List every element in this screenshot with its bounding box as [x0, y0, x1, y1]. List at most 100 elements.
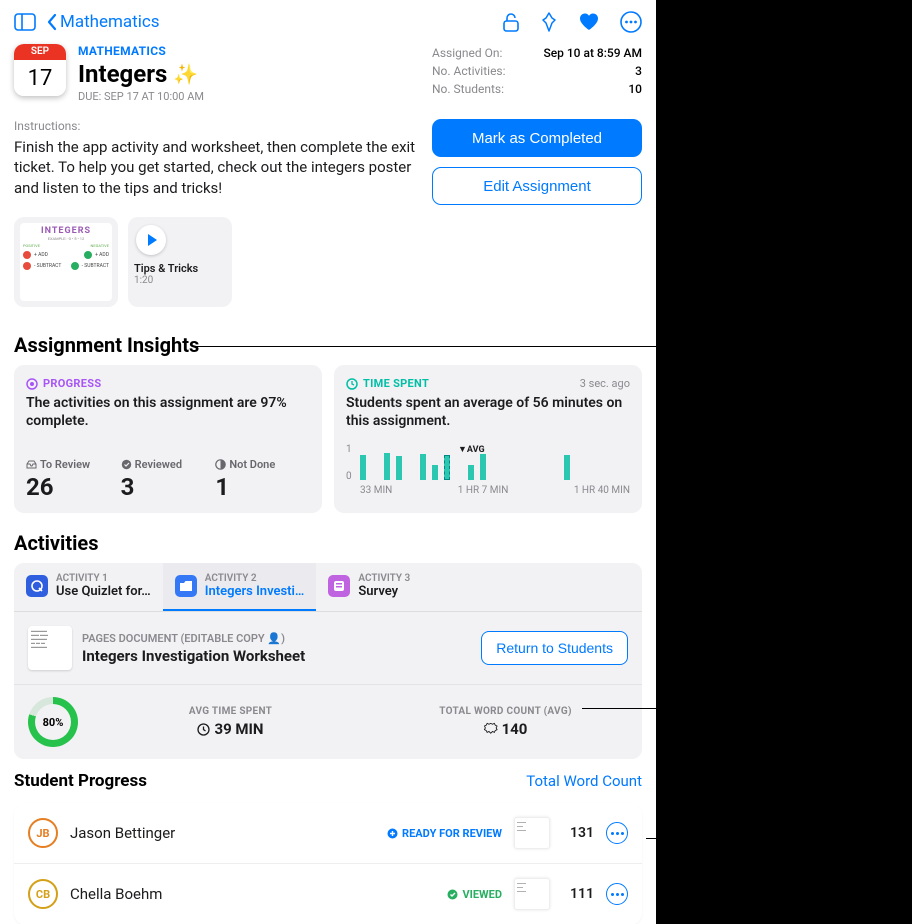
- document-type: PAGES DOCUMENT (EDITABLE COPY 👤): [82, 632, 305, 645]
- document-thumbnail: ▬▬▬▬▬▬ ▬▬▬▬▬▬▬ ▬ ▬▬▬▬▬: [28, 626, 72, 670]
- calendar-icon: SEP 17: [14, 44, 66, 96]
- subject-label: MATHEMATICS: [78, 44, 204, 58]
- sidebar-toggle-icon[interactable]: [14, 13, 36, 31]
- document-name: Integers Investigation Worksheet: [82, 647, 305, 665]
- badge-icon: [484, 722, 498, 736]
- inbox-icon: [26, 460, 37, 469]
- progress-card[interactable]: PROGRESS The activities on this assignme…: [14, 365, 322, 513]
- lock-open-icon[interactable]: [502, 12, 520, 32]
- word-count: 131: [562, 825, 594, 841]
- attachment-audio[interactable]: Tips & Tricks 1:20: [128, 217, 232, 307]
- check-circle-icon: [121, 459, 132, 470]
- reviewed-value: 3: [121, 473, 216, 501]
- callout-line: [582, 708, 670, 709]
- due-date: DUE: SEP 17 AT 10:00 AM: [78, 90, 204, 103]
- x-label-min: 33 MIN: [360, 485, 392, 496]
- x-label-max: 1 HR 40 MIN: [574, 485, 630, 496]
- avg-time-label: AVG TIME SPENT: [108, 706, 353, 717]
- time-spent-label: TIME SPENT: [363, 377, 429, 390]
- submission-thumbnail: ▬▬▬▬▬▬▬▬: [514, 878, 550, 910]
- assignment-title: Integers: [78, 60, 167, 88]
- quizlet-icon: [26, 575, 48, 597]
- progress-label: PROGRESS: [43, 377, 101, 390]
- assigned-on-label: Assigned On:: [432, 46, 502, 60]
- audio-title: Tips & Tricks: [134, 263, 226, 275]
- callout-line: [646, 838, 670, 839]
- activities-count-label: No. Activities:: [432, 64, 506, 78]
- folder-icon: [175, 575, 197, 597]
- tab1-sub: ACTIVITY 1: [56, 573, 151, 584]
- edit-assignment-button[interactable]: Edit Assignment: [432, 167, 642, 205]
- attachment-poster[interactable]: INTEGERS EXAMPLE: -3 • 5 • 12 POSITIVENE…: [14, 217, 118, 307]
- tab3-title: Survey: [358, 584, 410, 599]
- status-check-icon: [447, 889, 458, 900]
- calendar-month: SEP: [14, 44, 66, 60]
- tab-activity-3[interactable]: ACTIVITY 3 Survey: [316, 563, 422, 611]
- callout-line: [196, 346, 671, 347]
- x-label-mid: 1 HR 7 MIN: [458, 485, 509, 496]
- audio-duration: 1:20: [134, 275, 226, 286]
- to-review-label: To Review: [40, 458, 90, 471]
- mark-completed-button[interactable]: Mark as Completed: [432, 119, 642, 157]
- tab2-sub: ACTIVITY 2: [205, 573, 305, 584]
- progress-summary: The activities on this assignment are 97…: [26, 394, 310, 430]
- tab-activity-1[interactable]: ACTIVITY 1 Use Quizlet for…: [14, 563, 163, 611]
- word-count-value: 140: [502, 720, 528, 738]
- status-dot-icon: [387, 828, 398, 839]
- student-name: Chella Boehm: [70, 885, 435, 903]
- tab3-sub: ACTIVITY 3: [358, 573, 410, 584]
- instructions-label: Instructions:: [14, 119, 418, 133]
- completion-percent: 80%: [43, 716, 64, 729]
- avatar: CB: [28, 879, 58, 909]
- activities-count-value: 3: [635, 64, 642, 78]
- notdone-value: 1: [215, 473, 310, 501]
- instructions-text: Finish the app activity and worksheet, t…: [14, 137, 418, 198]
- status-badge: VIEWED: [447, 888, 502, 901]
- poster-thumbnail: INTEGERS EXAMPLE: -3 • 5 • 12 POSITIVENE…: [20, 223, 112, 301]
- tab2-title: Integers Investi…: [205, 584, 305, 599]
- student-row[interactable]: JB Jason Bettinger READY FOR REVIEW ▬▬▬▬…: [14, 803, 642, 864]
- row-more-button[interactable]: [606, 822, 628, 844]
- avatar: JB: [28, 818, 58, 848]
- notdone-label: Not Done: [229, 458, 275, 471]
- play-icon: [136, 225, 166, 255]
- pin-icon[interactable]: [540, 12, 558, 32]
- student-progress-title: Student Progress: [14, 771, 147, 791]
- progress-icon: [26, 378, 38, 390]
- completion-ring: 80%: [28, 697, 78, 747]
- students-count-value: 10: [628, 82, 642, 96]
- return-to-students-button[interactable]: Return to Students: [481, 631, 628, 665]
- word-count: 111: [562, 886, 594, 902]
- time-updated: 3 sec. ago: [580, 377, 630, 390]
- heart-icon[interactable]: [578, 12, 600, 32]
- activities-section-title: Activities: [0, 513, 656, 563]
- half-circle-icon: [215, 459, 226, 470]
- assigned-on-value: Sep 10 at 8:59 AM: [543, 46, 642, 60]
- avg-marker: ▼AVG: [458, 444, 485, 455]
- clock-icon: [346, 378, 358, 390]
- back-button[interactable]: Mathematics: [46, 12, 160, 32]
- chevron-left-icon: [46, 13, 58, 31]
- survey-icon: [328, 575, 350, 597]
- back-label: Mathematics: [60, 12, 160, 32]
- tab-activity-2[interactable]: ACTIVITY 2 Integers Investi…: [163, 563, 317, 611]
- time-chart: 1 0: [346, 446, 630, 494]
- insights-section-title: Assignment Insights: [0, 315, 656, 365]
- sparkles-icon: ✨: [173, 62, 198, 86]
- sort-dropdown[interactable]: Total Word Count: [526, 772, 642, 790]
- tab1-title: Use Quizlet for…: [56, 584, 151, 599]
- calendar-day: 17: [14, 60, 66, 96]
- time-spent-card[interactable]: TIME SPENT 3 sec. ago Students spent an …: [334, 365, 642, 513]
- to-review-value: 26: [26, 473, 121, 501]
- clock-icon: [197, 723, 210, 736]
- reviewed-label: Reviewed: [135, 458, 182, 471]
- students-count-label: No. Students:: [432, 82, 504, 96]
- time-summary: Students spent an average of 56 minutes …: [346, 394, 630, 430]
- student-name: Jason Bettinger: [70, 824, 375, 842]
- avg-time-value: 39 MIN: [214, 720, 263, 738]
- student-row[interactable]: CB Chella Boehm VIEWED ▬▬▬▬▬▬▬▬ 111: [14, 864, 642, 924]
- status-badge: READY FOR REVIEW: [387, 827, 502, 840]
- row-more-button[interactable]: [606, 883, 628, 905]
- more-icon[interactable]: [620, 11, 642, 33]
- submission-thumbnail: ▬▬▬▬▬▬▬▬: [514, 817, 550, 849]
